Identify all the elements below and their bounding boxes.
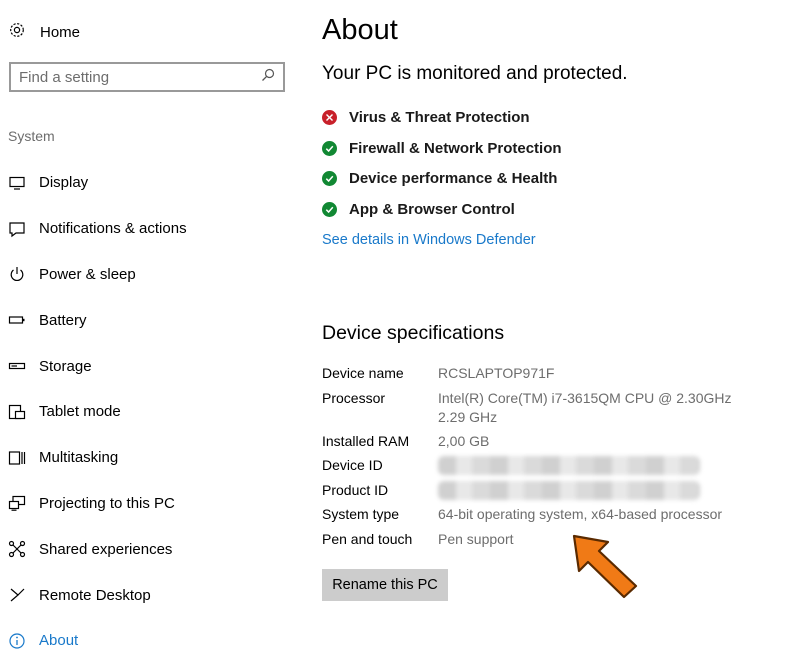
sidebar-item-label: Power & sleep xyxy=(39,265,136,283)
sidebar: Home System Display Notifications & acti… xyxy=(0,0,300,662)
page-title: About xyxy=(322,14,398,46)
home-label: Home xyxy=(40,23,81,41)
sidebar-item-label: Shared experiences xyxy=(39,540,173,558)
spec-value: RCSLAPTOP971F xyxy=(438,365,555,381)
check-status-icon xyxy=(322,140,337,156)
sidebar-item-storage[interactable]: Storage xyxy=(8,343,298,389)
shared-experiences-icon xyxy=(8,540,26,558)
windows-defender-link[interactable]: See details in Windows Defender xyxy=(322,232,536,248)
display-icon xyxy=(8,174,26,192)
spec-key: Pen and touch xyxy=(322,530,413,547)
redacted-blur xyxy=(438,480,700,500)
spec-row-device-id: Device ID xyxy=(322,456,762,481)
check-status-icon xyxy=(322,201,337,217)
sidebar-item-label: Battery xyxy=(39,311,87,329)
spec-row-product-id: Product ID xyxy=(322,480,762,506)
spec-row-processor: Processor Intel(R) Core(TM) i7-3615QM CP… xyxy=(322,389,762,432)
sidebar-item-label: Display xyxy=(39,174,89,192)
annotation-arrow-icon xyxy=(568,530,646,607)
spec-key: Installed RAM xyxy=(322,432,410,449)
spec-key: System type xyxy=(322,506,400,523)
sidebar-item-tablet-mode[interactable]: Tablet mode xyxy=(8,389,298,435)
spec-row-system-type: System type 64-bit operating system, x64… xyxy=(322,505,762,530)
protection-item-label: Device performance & Health xyxy=(349,170,558,188)
home-nav-item[interactable]: Home xyxy=(8,20,80,44)
redacted-blur xyxy=(438,456,700,476)
sidebar-item-label: Multitasking xyxy=(39,449,119,467)
info-icon xyxy=(8,632,26,650)
sidebar-item-battery[interactable]: Battery xyxy=(8,297,298,343)
spec-key: Device name xyxy=(322,365,404,381)
sidebar-item-power-sleep[interactable]: Power & sleep xyxy=(8,252,298,298)
spec-value-redacted xyxy=(438,480,762,506)
projecting-icon xyxy=(8,494,26,512)
search-icon[interactable] xyxy=(261,68,275,87)
sidebar-item-label: Tablet mode xyxy=(39,403,121,421)
spec-row-pen-touch: Pen and touch Pen support xyxy=(322,530,762,555)
section-label-system: System xyxy=(8,128,55,144)
protection-item: Virus & Threat Protection xyxy=(322,102,562,133)
battery-icon xyxy=(8,311,26,329)
sidebar-item-label: Storage xyxy=(39,357,92,375)
sidebar-item-label: Projecting to this PC xyxy=(39,494,175,512)
spec-value: Intel(R) Core(TM) i7-3615QM CPU @ 2.30GH… xyxy=(438,389,732,425)
protection-item-label: App & Browser Control xyxy=(349,200,515,218)
error-status-icon xyxy=(322,109,337,125)
spec-key: Product ID xyxy=(322,481,389,498)
check-status-icon xyxy=(322,171,337,187)
gear-icon xyxy=(8,21,26,44)
device-specifications: Device name RCSLAPTOP971F Processor Inte… xyxy=(322,364,762,555)
spec-value: 64-bit operating system, x64-based proce… xyxy=(438,506,723,523)
protection-item-label: Firewall & Network Protection xyxy=(349,139,562,157)
power-icon xyxy=(8,265,26,283)
sidebar-item-multitasking[interactable]: Multitasking xyxy=(8,435,298,481)
notifications-icon xyxy=(8,220,26,238)
spec-key: Device ID xyxy=(322,457,383,474)
device-specifications-heading: Device specifications xyxy=(322,322,505,344)
protection-item: Device performance & Health xyxy=(322,163,562,194)
search-input[interactable] xyxy=(19,68,261,86)
sidebar-item-notifications[interactable]: Notifications & actions xyxy=(8,206,298,252)
sidebar-item-shared-experiences[interactable]: Shared experiences xyxy=(8,526,298,572)
search-box[interactable] xyxy=(9,62,285,92)
rename-pc-button[interactable]: Rename this PC xyxy=(322,569,448,601)
protection-item: App & Browser Control xyxy=(322,194,562,225)
spec-value: 2,00 GB xyxy=(438,432,490,449)
remote-desktop-icon xyxy=(8,586,26,604)
protection-list: Virus & Threat Protection Firewall & Net… xyxy=(322,102,562,225)
spec-row-device-name: Device name RCSLAPTOP971F xyxy=(322,364,762,389)
multitasking-icon xyxy=(8,449,26,467)
sidebar-item-about[interactable]: About xyxy=(8,618,298,662)
sidebar-item-projecting[interactable]: Projecting to this PC xyxy=(8,481,298,527)
spec-value-redacted xyxy=(438,456,762,481)
protection-item: Firewall & Network Protection xyxy=(322,133,562,164)
about-page: About Your PC is monitored and protected… xyxy=(322,0,790,662)
protection-status-heading: Your PC is monitored and protected. xyxy=(322,63,628,84)
tablet-mode-icon xyxy=(8,403,26,421)
storage-icon xyxy=(8,357,26,375)
sidebar-item-display[interactable]: Display xyxy=(8,160,298,206)
sidebar-item-label: About xyxy=(39,632,79,650)
spec-row-installed-ram: Installed RAM 2,00 GB xyxy=(322,432,762,457)
sidebar-item-remote-desktop[interactable]: Remote Desktop xyxy=(8,572,298,618)
sidebar-item-label: Notifications & actions xyxy=(39,220,187,238)
spec-key: Processor xyxy=(322,389,386,406)
protection-item-label: Virus & Threat Protection xyxy=(349,108,530,126)
settings-nav: Display Notifications & actions Power & … xyxy=(8,160,298,662)
sidebar-item-label: Remote Desktop xyxy=(39,586,151,604)
